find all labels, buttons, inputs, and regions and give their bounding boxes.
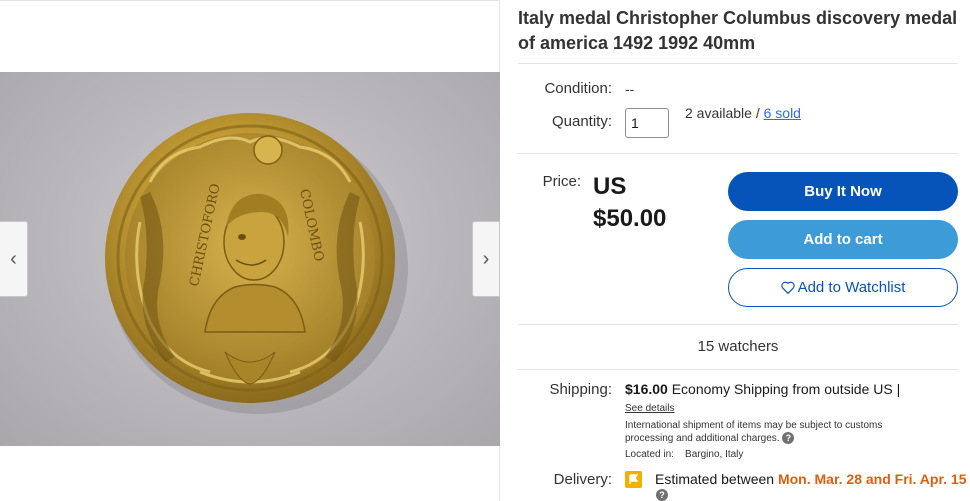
divider [518, 324, 958, 325]
international-note-line1: International shipment of items may be s… [625, 420, 883, 431]
see-details-link[interactable]: See details [625, 402, 674, 415]
chevron-right-icon[interactable]: › [472, 221, 500, 297]
delivery-estimate: Estimated between Mon. Mar. 28 and Fri. … [655, 471, 967, 487]
price-amount: $50.00 [593, 205, 667, 232]
price-currency: US [593, 173, 627, 200]
quantity-label: Quantity: [551, 113, 612, 130]
watchers-count: 15 watchers [697, 338, 779, 355]
product-title: Italy medal Christopher Columbus discove… [518, 8, 958, 53]
product-photo[interactable]: CHRISTOFORO COLOMBO [0, 72, 500, 446]
price-label: Price: [542, 173, 581, 190]
watchlist-label: Add to Watchlist [797, 279, 906, 296]
heart-icon [780, 281, 795, 294]
shipping-method: Economy Shipping from outside US | [671, 381, 901, 397]
flag-icon [625, 471, 642, 488]
divider [518, 369, 958, 370]
sold-count-link[interactable]: 6 sold [764, 105, 801, 121]
available-count: 2 available / [685, 105, 760, 121]
item-location: Located in: Bargino, Italy [625, 449, 744, 460]
condition-value: -- [625, 81, 635, 97]
shipping-label: Shipping: [549, 381, 612, 398]
help-icon[interactable]: ? [656, 489, 668, 501]
divider [518, 63, 958, 64]
medal-image: CHRISTOFORO COLOMBO [105, 113, 408, 414]
image-gallery: CHRISTOFORO COLOMBO ‹ › [0, 0, 500, 501]
item-details-panel: Italy medal Christopher Columbus discove… [518, 0, 968, 501]
listing-page: CHRISTOFORO COLOMBO ‹ › Italy medal Chri… [0, 0, 970, 501]
quantity-input[interactable] [625, 108, 669, 138]
delivery-label: Delivery: [553, 471, 612, 488]
condition-label: Condition: [544, 80, 612, 97]
price-value: US $50.00 [593, 171, 666, 235]
international-note: International shipment of items may be s… [625, 419, 925, 445]
international-note-line2: processing and additional charges. [625, 433, 780, 444]
delivery-dates: Mon. Mar. 28 and Fri. Apr. 15 [777, 471, 967, 487]
buy-it-now-button[interactable]: Buy It Now [728, 172, 958, 211]
quantity-availability: 2 available / 6 sold [685, 105, 801, 121]
prev-glyph: ‹ [10, 247, 17, 270]
shipping-cost: $16.00 [625, 381, 668, 397]
add-to-watchlist-button[interactable]: Add to Watchlist [728, 268, 958, 307]
next-glyph: › [482, 247, 490, 270]
divider [518, 153, 958, 154]
help-icon[interactable]: ? [782, 432, 795, 445]
international-note-line2-wrap: processing and additional charges. ? [625, 432, 925, 445]
delivery-estimated-label: Estimated between [655, 471, 778, 487]
chevron-left-icon[interactable]: ‹ [0, 221, 28, 297]
add-to-cart-button[interactable]: Add to cart [728, 220, 958, 259]
shipping-summary: $16.00 Economy Shipping from outside US … [625, 381, 900, 397]
